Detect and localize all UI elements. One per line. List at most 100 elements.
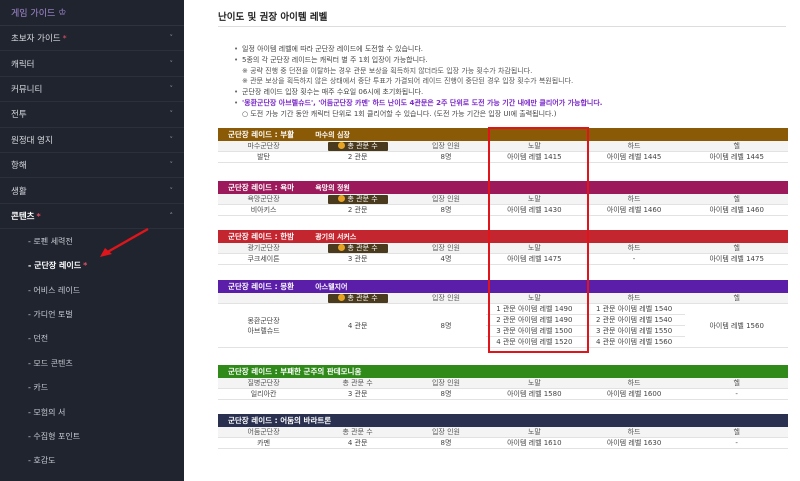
table-cell: 8명 xyxy=(406,388,486,400)
sidebar-subitem[interactable]: - 군단장 레이드 * xyxy=(0,254,184,278)
gate-count-badge: 총 관문 수 xyxy=(327,243,388,253)
sidebar-item[interactable]: 항해 ˅ xyxy=(0,153,184,179)
note-line: • 일정 아이템 레벨에 따라 군단장 레이드에 도전할 수 있습니다. xyxy=(234,44,784,55)
main-content: 난이도 및 권장 아이템 레벨 • 일정 아이템 레벨에 따라 군단장 레이드에 … xyxy=(184,0,800,481)
table-cell: 8명 xyxy=(406,204,486,216)
table-cell: - xyxy=(685,388,788,400)
table-header-row: 어둠군단장 총 관문 수 입장 인원 노말 하드 헬 xyxy=(218,427,788,438)
badge-label: 총 관문 수 xyxy=(347,243,378,252)
column-header: 하드 xyxy=(582,378,686,389)
table-cell: - xyxy=(582,253,686,265)
sidebar-subitem[interactable]: - 모드 콘텐츠 xyxy=(0,351,184,375)
sidebar-subitem[interactable]: - 던전 xyxy=(0,327,184,351)
sidebar-item[interactable]: 초보자 가이드 * ˅ xyxy=(0,26,184,52)
sidebar-item[interactable]: 생활 ˅ xyxy=(0,178,184,204)
sidebar-subitem-label: - 가디언 토벌 xyxy=(28,309,73,319)
note-text: ○ 도전 가능 기간 동안 캐릭터 단위로 1회 클리어할 수 있습니다. (도… xyxy=(242,109,557,118)
sidebar-subitem[interactable]: - 로펜 세력전 xyxy=(0,229,184,253)
sidebar-subitem[interactable]: - 호감도 xyxy=(0,449,184,473)
column-header: 하드 xyxy=(582,427,686,438)
raid-table: 어둠군단장 총 관문 수 입장 인원 노말 하드 헬 카멘 4 관문 8명 아이템 레벨 1610… xyxy=(218,427,788,449)
sidebar-header[interactable]: 게임 가이드 ♔ xyxy=(0,0,184,26)
sidebar-item[interactable]: 캐릭터 ˅ xyxy=(0,51,184,77)
sidebar-subitem[interactable]: - 어비스 레이드 xyxy=(0,278,184,302)
column-header: 헬 xyxy=(685,293,788,304)
highlight-raid-name: 욕망의 정원 xyxy=(315,183,350,192)
badge-label: 총 관문 수 xyxy=(347,293,378,302)
sidebar-item[interactable]: 콘텐츠 * ˄ xyxy=(0,204,184,230)
sidebar-subitem[interactable]: - 카드 xyxy=(0,375,184,399)
table-cell: 4명 xyxy=(406,253,486,265)
gate-count-badge: 총 관문 수 xyxy=(327,141,388,151)
column-header: 총 관문 수 xyxy=(309,243,407,254)
table-cell: 2 관문 xyxy=(309,204,407,216)
sidebar-item[interactable]: 커뮤니티 ˅ xyxy=(0,77,184,103)
column-header: 총 관문 수 xyxy=(309,427,407,438)
sidebar-item-text: 콘텐츠 * xyxy=(11,210,41,222)
table-cell: 아이템 레벨 1460 xyxy=(685,204,788,216)
table-cell: 아이템 레벨 1475 xyxy=(685,253,788,265)
table-cell: 아이템 레벨 1610 xyxy=(485,437,583,449)
table-cell: 8명 xyxy=(406,151,486,163)
bullet-icon: • xyxy=(234,45,239,53)
table-row: 카멘 4 관문 8명 아이템 레벨 1610 아이템 레벨 1630- xyxy=(218,437,788,449)
note-text: ※ 공략 진행 중 던전을 이탈하는 경우 관문 보상을 획득하지 않더라도 입… xyxy=(242,66,533,75)
sidebar-item[interactable]: 전투 ˅ xyxy=(0,102,184,128)
pointer-arrow xyxy=(100,227,149,257)
note-text: 군단장 레이드 입장 횟수는 매주 수요일 06시에 초기화됩니다. xyxy=(242,88,424,97)
raid-title: 군단장 레이드 : 욕마 xyxy=(228,183,295,192)
note-text: 일정 아이템 레벨에 따라 군단장 레이드에 도전할 수 있습니다. xyxy=(242,45,424,53)
sidebar-subitem[interactable]: - 모험의 서 xyxy=(0,400,184,424)
note-line: • '몽환군단장 아브렐슈드', '어둠군단장 카멘' 하드 난이도 4관문은 2… xyxy=(234,98,784,109)
chevron-down-icon: ˅ xyxy=(169,186,174,195)
table-cell: 아이템 레벨 1630 xyxy=(582,437,686,449)
sidebar-item-text: 전투 xyxy=(11,108,27,120)
hard-level-cell: 1 관문 아이템 레벨 1540 xyxy=(582,303,686,315)
page-title: 난이도 및 권장 아이템 레벨 xyxy=(218,12,328,23)
sidebar-subitem-label: - 모드 콘텐츠 xyxy=(28,358,73,368)
table-cell: 아이템 레벨 1445 xyxy=(582,151,686,163)
sidebar-subitem[interactable]: - 수집형 포인트 xyxy=(0,424,184,448)
note-text: 5종의 각 군단장 레이드는 캐릭터 별 주 1회 입장이 가능합니다. xyxy=(242,55,428,64)
boss-name-line: 아브렐슈드 xyxy=(247,326,280,335)
table-cell: 아이템 레벨 1580 xyxy=(485,388,583,400)
sidebar-item-label: 생활 xyxy=(11,186,27,197)
column-header: 헬 xyxy=(685,141,788,152)
column-header: 입장 인원 xyxy=(406,141,486,152)
column-header: 하드 xyxy=(582,243,686,254)
column-header: 입장 인원 xyxy=(406,293,486,304)
title-divider xyxy=(218,26,786,27)
table-cell: 8명 xyxy=(406,437,486,449)
raid-title: 군단장 레이드 : 몽환 xyxy=(228,282,295,291)
column-header: 하드 xyxy=(582,194,686,205)
hard-level-cell: 3 관문 아이템 레벨 1550 xyxy=(582,325,686,337)
column-header: 입장 인원 xyxy=(406,243,486,254)
sidebar-subitem[interactable]: - 가디언 토벌 xyxy=(0,302,184,326)
new-star-icon: * xyxy=(36,211,41,221)
coin-icon xyxy=(337,294,345,301)
raid-table: 질병군단장 총 관문 수 입장 인원 노말 하드 헬 일리아칸 3 관문 8명 아이템 레벨 15… xyxy=(218,378,788,400)
badge-label: 총 관문 수 xyxy=(347,194,378,203)
notes-list: • 일정 아이템 레벨에 따라 군단장 레이드에 도전할 수 있습니다. • 5종의 … xyxy=(234,44,784,120)
raid-section: 군단장 레이드 : 어둠의 바라트론 어둠군단장 총 관문 수 입장 인원 노말 하드 헬 카… xyxy=(218,414,788,449)
table-cell: 일리아칸 xyxy=(218,388,310,400)
table-cell: 아이템 레벨 1600 xyxy=(582,388,686,400)
sidebar-subitem-label: - 카드 xyxy=(28,383,49,393)
column-header: 총 관문 수 xyxy=(309,378,407,389)
gate-count-cell: 4 관문 xyxy=(309,303,407,348)
sidebar-item-label: 항해 xyxy=(11,161,27,172)
column-header: 헬 xyxy=(685,194,788,205)
sidebar-item-text: 원정대 영지 xyxy=(11,134,53,146)
column-header: 하드 xyxy=(582,293,686,304)
column-header: 노말 xyxy=(485,378,583,389)
sidebar: 게임 가이드 ♔ 초보자 가이드 * ˅ 캐릭터 ˅ 커뮤니티 ˅ 전투 ˅ 원정대 영지 ˅ 항해 ˅… xyxy=(0,0,184,481)
sidebar-item-text: 캐릭터 xyxy=(11,58,34,70)
coin-icon xyxy=(337,195,345,202)
hard-level-cell: 4 관문 아이템 레벨 1560 xyxy=(582,336,686,348)
hell-level-cell: 아이템 레벨 1560 xyxy=(685,303,788,348)
raid-title: 군단장 레이드 : 부활 xyxy=(228,130,295,139)
note-line: • 군단장 레이드 입장 횟수는 매주 수요일 06시에 초기화됩니다. xyxy=(234,87,784,98)
column-header: 입장 인원 xyxy=(406,427,486,438)
sidebar-item[interactable]: 원정대 영지 ˅ xyxy=(0,128,184,153)
column-header xyxy=(218,293,310,304)
